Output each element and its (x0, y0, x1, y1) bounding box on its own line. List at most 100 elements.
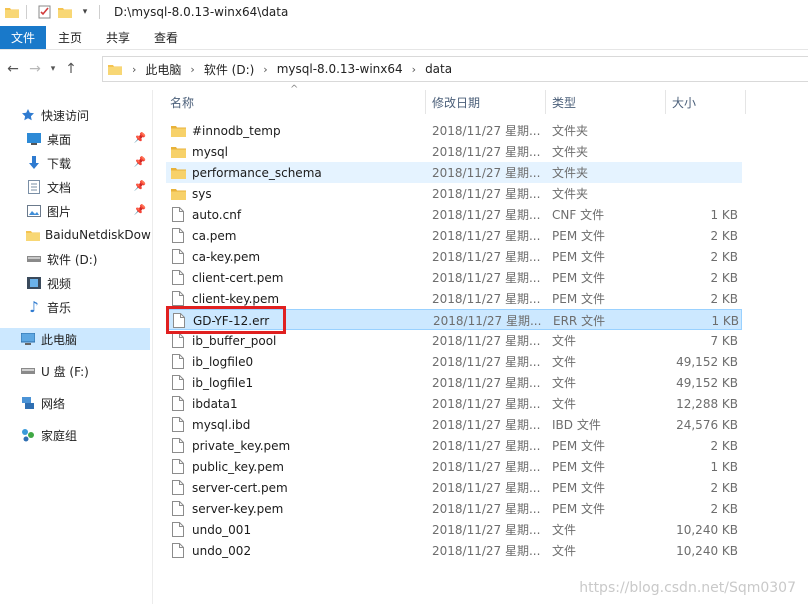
file-name: undo_001 (192, 522, 252, 537)
file-row[interactable]: mysql.ibd 2018/11/27 星期... IBD 文件 24,576 KB (166, 414, 742, 435)
file-date: 2018/11/27 星期... (432, 460, 541, 474)
sidebar-item-pictures[interactable]: 图片 📌 (0, 200, 150, 222)
file-type: CNF 文件 (552, 208, 605, 222)
file-name-cell: ib_logfile1 (170, 372, 420, 393)
back-arrow-icon[interactable]: ← (2, 58, 24, 80)
chevron-right-icon[interactable]: › (263, 63, 267, 76)
breadcrumb-this-pc[interactable]: 此电脑 (145, 61, 181, 78)
file-type: 文件 (552, 334, 577, 348)
file-date: 2018/11/27 星期... (432, 523, 541, 537)
file-row[interactable]: mysql 2018/11/27 星期... 文件夹 (166, 141, 742, 162)
file-row[interactable]: ib_logfile1 2018/11/27 星期... 文件 49,152 KB (166, 372, 742, 393)
pin-icon[interactable]: 📌 (134, 181, 146, 192)
sidebar-item-downloads[interactable]: 下载 📌 (0, 152, 150, 174)
pane-divider[interactable] (152, 90, 153, 604)
file-icon (170, 291, 186, 307)
sidebar-item-documents[interactable]: 文档 📌 (0, 176, 150, 198)
file-date: 2018/11/27 星期... (432, 145, 541, 159)
sidebar-item-baidunetdisk[interactable]: BaiduNetdiskDow (0, 224, 151, 246)
sidebar-item-homegroup[interactable]: 家庭组 (0, 424, 150, 446)
file-size: 2 KB (710, 270, 738, 285)
file-type: PEM 文件 (552, 502, 605, 516)
sidebar-item-drive-d[interactable]: 软件 (D:) (0, 248, 150, 270)
file-row[interactable]: ib_logfile0 2018/11/27 星期... 文件 49,152 KB (166, 351, 742, 372)
music-icon: ♪ (29, 298, 39, 316)
file-row[interactable]: ca.pem 2018/11/27 星期... PEM 文件 2 KB (166, 225, 742, 246)
download-icon (26, 155, 42, 171)
star-icon (20, 107, 36, 123)
folder-icon (170, 144, 186, 160)
breadcrumb-mysql-folder[interactable]: mysql-8.0.13-winx64 (277, 62, 403, 76)
folder-icon (170, 186, 186, 202)
chevron-right-icon[interactable]: › (190, 63, 194, 76)
file-name-cell: server-cert.pem (170, 477, 420, 498)
tab-share[interactable]: 共享 (94, 26, 142, 49)
file-row[interactable]: ibdata1 2018/11/27 星期... 文件 12,288 KB (166, 393, 742, 414)
pin-icon[interactable]: 📌 (134, 157, 146, 168)
column-header-name[interactable]: 名称 (170, 90, 194, 114)
properties-icon[interactable] (37, 4, 53, 20)
file-row[interactable]: auto.cnf 2018/11/27 星期... CNF 文件 1 KB (166, 204, 742, 225)
file-size: 10,240 KB (676, 543, 738, 558)
file-type: PEM 文件 (552, 481, 605, 495)
new-folder-icon[interactable] (57, 4, 73, 20)
file-icon (170, 333, 186, 349)
customize-toolbar-icon[interactable]: ▾ (77, 4, 93, 20)
file-size: 24,576 KB (676, 417, 738, 432)
file-name: server-cert.pem (192, 480, 288, 495)
file-size: 49,152 KB (676, 375, 738, 390)
tab-file[interactable]: 文件 (0, 26, 46, 49)
column-divider[interactable] (745, 90, 746, 114)
toolbar-separator (26, 5, 27, 19)
sidebar-item-this-pc[interactable]: 此电脑 (0, 328, 150, 350)
file-row[interactable]: undo_002 2018/11/27 星期... 文件 10,240 KB (166, 540, 742, 561)
sidebar-item-videos[interactable]: 视频 (0, 272, 150, 294)
forward-arrow-icon[interactable]: → (24, 58, 46, 80)
column-header-date[interactable]: 修改日期 (432, 90, 480, 114)
column-header-size[interactable]: 大小 (672, 90, 696, 114)
pin-icon[interactable]: 📌 (134, 205, 146, 216)
file-date: 2018/11/27 星期... (432, 481, 541, 495)
file-type: PEM 文件 (552, 292, 605, 306)
file-row[interactable]: server-cert.pem 2018/11/27 星期... PEM 文件 2 K… (166, 477, 742, 498)
file-type: 文件夹 (552, 124, 589, 138)
file-type: 文件 (552, 397, 577, 411)
file-name: mysql.ibd (192, 417, 251, 432)
recent-locations-icon[interactable]: ▾ (46, 58, 60, 80)
file-row[interactable]: #innodb_temp 2018/11/27 星期... 文件夹 (166, 120, 742, 141)
window-title: D:\mysql-8.0.13-winx64\data (114, 5, 289, 19)
sidebar-item-music[interactable]: ♪ 音乐 (0, 296, 150, 318)
sidebar-item-usb-drive[interactable]: U 盘 (F:) (0, 360, 150, 382)
file-type: 文件 (552, 523, 577, 537)
breadcrumb-data-folder[interactable]: data (425, 62, 452, 76)
column-divider[interactable] (545, 90, 546, 114)
file-row[interactable]: private_key.pem 2018/11/27 星期... PEM 文件 2 K… (166, 435, 742, 456)
up-arrow-icon[interactable]: ↑ (60, 58, 82, 80)
file-row[interactable]: public_key.pem 2018/11/27 星期... PEM 文件 1 KB (166, 456, 742, 477)
sidebar-item-network[interactable]: 网络 (0, 392, 150, 414)
sidebar-item-desktop[interactable]: 桌面 📌 (0, 128, 150, 150)
file-size: 10,240 KB (676, 522, 738, 537)
file-type: ERR 文件 (553, 314, 606, 328)
file-type: 文件夹 (552, 187, 589, 201)
file-row[interactable]: undo_001 2018/11/27 星期... 文件 10,240 KB (166, 519, 742, 540)
file-icon (170, 228, 186, 244)
file-row[interactable]: ca-key.pem 2018/11/27 星期... PEM 文件 2 KB (166, 246, 742, 267)
address-bar[interactable]: › 此电脑 › 软件 (D:) › mysql-8.0.13-winx64 › … (102, 56, 808, 82)
file-row[interactable]: performance_schema 2018/11/27 星期... 文件夹 (166, 162, 742, 183)
file-icon (170, 522, 186, 538)
file-row[interactable]: sys 2018/11/27 星期... 文件夹 (166, 183, 742, 204)
column-header-type[interactable]: 类型 (552, 90, 576, 114)
sidebar-item-quick-access[interactable]: 快速访问 (0, 104, 150, 126)
tab-home[interactable]: 主页 (46, 26, 94, 49)
chevron-right-icon[interactable]: › (412, 63, 416, 76)
breadcrumb-drive-d[interactable]: 软件 (D:) (204, 61, 254, 78)
pin-icon[interactable]: 📌 (134, 133, 146, 144)
column-divider[interactable] (425, 90, 426, 114)
file-icon (170, 438, 186, 454)
file-row[interactable]: client-cert.pem 2018/11/27 星期... PEM 文件 2 K… (166, 267, 742, 288)
file-size: 7 KB (710, 333, 738, 348)
file-row[interactable]: server-key.pem 2018/11/27 星期... PEM 文件 2 KB (166, 498, 742, 519)
tab-view[interactable]: 查看 (142, 26, 190, 49)
column-divider[interactable] (665, 90, 666, 114)
